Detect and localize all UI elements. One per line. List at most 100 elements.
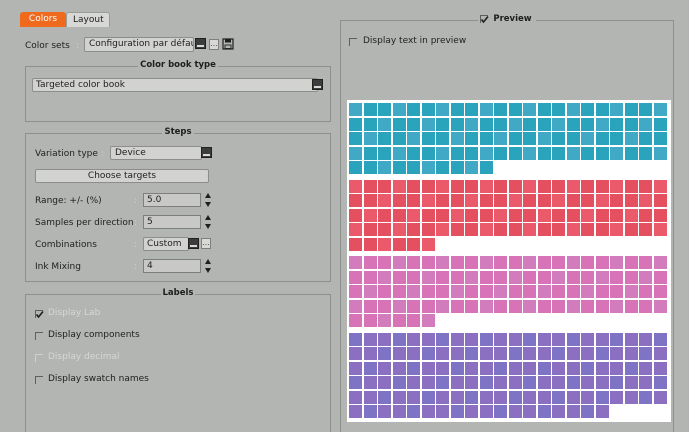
color-swatch (363, 208, 377, 222)
color-swatch (581, 132, 594, 145)
color-swatch (537, 332, 551, 346)
color-swatch (624, 347, 638, 360)
color-swatch (566, 117, 580, 131)
color-swatch (624, 146, 638, 160)
color-swatch (595, 208, 609, 222)
more-options-button[interactable]: … (209, 39, 219, 50)
range-input[interactable]: 5.0 (143, 193, 201, 207)
combinations-select[interactable]: Custom (143, 237, 189, 251)
color-swatch (610, 103, 623, 116)
color-swatch (378, 390, 391, 404)
color-swatch (392, 117, 406, 131)
color-swatch (349, 179, 362, 193)
color-swatch (508, 270, 522, 284)
color-swatch (363, 132, 377, 145)
samples-stepper[interactable] (205, 215, 211, 229)
color-swatch (494, 208, 507, 222)
display-swatch-names-label: Display swatch names (48, 374, 149, 384)
color-swatch (624, 208, 638, 222)
color-swatch (610, 194, 623, 207)
color-book-type-select[interactable]: Targeted color book (32, 78, 318, 92)
color-swatch (523, 299, 536, 313)
chevron-down-icon[interactable] (195, 38, 206, 49)
color-swatch (494, 332, 507, 346)
color-swatch (407, 314, 420, 327)
color-swatch (407, 361, 420, 375)
color-swatch (552, 361, 565, 375)
color-swatch (624, 117, 638, 131)
color-swatch (349, 314, 362, 327)
color-swatch (494, 361, 507, 375)
color-swatch (566, 179, 580, 193)
color-swatch (610, 208, 623, 222)
color-swatch (436, 270, 449, 284)
ink-mixing-input[interactable]: 4 (143, 259, 201, 273)
color-swatch (566, 103, 580, 116)
preview-checkbox[interactable] (480, 15, 489, 24)
color-swatch (624, 132, 638, 145)
range-stepper[interactable] (205, 193, 211, 207)
display-lab-checkbox[interactable] (35, 310, 44, 319)
color-swatch (479, 332, 493, 346)
color-swatch (378, 299, 391, 313)
color-swatch (465, 285, 478, 298)
color-swatch (624, 223, 638, 236)
variation-type-label: Variation type (35, 149, 98, 159)
color-swatch (421, 376, 435, 389)
color-swatch (421, 237, 435, 251)
ink-mixing-label: Ink Mixing (35, 262, 81, 272)
display-text-in-preview-checkbox[interactable] (349, 38, 357, 46)
color-swatch (392, 405, 406, 418)
chevron-down-icon[interactable] (312, 79, 323, 90)
color-swatch (363, 237, 377, 251)
color-swatch (392, 285, 406, 298)
chevron-down-icon[interactable] (188, 238, 199, 249)
color-swatch (537, 117, 551, 131)
color-swatch (378, 314, 391, 327)
variation-type-select[interactable]: Device (110, 146, 202, 160)
color-swatch (363, 347, 377, 360)
color-swatch (552, 132, 565, 145)
ink-mixing-stepper[interactable] (205, 259, 211, 273)
color-swatch (581, 285, 594, 298)
display-components-checkbox[interactable] (35, 332, 43, 340)
color-swatch (610, 299, 623, 313)
color-swatch (508, 390, 522, 404)
color-swatch (566, 332, 580, 346)
color-swatch (494, 285, 507, 298)
color-sets-select[interactable]: Configuration par défau (84, 37, 194, 52)
save-icon[interactable] (222, 38, 234, 50)
color-swatch (378, 332, 391, 346)
tab-layout[interactable]: Layout (66, 12, 110, 27)
color-swatch (523, 285, 536, 298)
color-swatch (566, 390, 580, 404)
color-swatch (378, 237, 391, 251)
color-swatch (552, 332, 565, 346)
color-swatch (392, 161, 406, 174)
color-swatch (494, 223, 507, 236)
color-swatch (581, 347, 594, 360)
display-swatch-names-checkbox[interactable] (35, 376, 43, 384)
color-swatch (363, 146, 377, 160)
color-swatch (494, 347, 507, 360)
tab-colors[interactable]: Colors (20, 12, 66, 27)
color-swatch (421, 270, 435, 284)
color-swatch (392, 179, 406, 193)
color-swatch (552, 256, 565, 269)
combinations-more-button[interactable]: … (201, 238, 211, 249)
color-swatch (537, 361, 551, 375)
color-swatch (537, 390, 551, 404)
color-swatch (624, 270, 638, 284)
color-swatch (363, 256, 377, 269)
color-swatch (363, 361, 377, 375)
color-swatch (552, 347, 565, 360)
color-swatch (479, 347, 493, 360)
color-swatch (407, 376, 420, 389)
choose-targets-button[interactable]: Choose targets (35, 169, 209, 183)
color-swatch (624, 194, 638, 207)
color-swatch (552, 285, 565, 298)
chevron-down-icon[interactable] (201, 147, 212, 158)
color-swatch (421, 161, 435, 174)
color-sets-label: Color sets (25, 41, 70, 51)
samples-input[interactable]: 5 (143, 215, 201, 229)
